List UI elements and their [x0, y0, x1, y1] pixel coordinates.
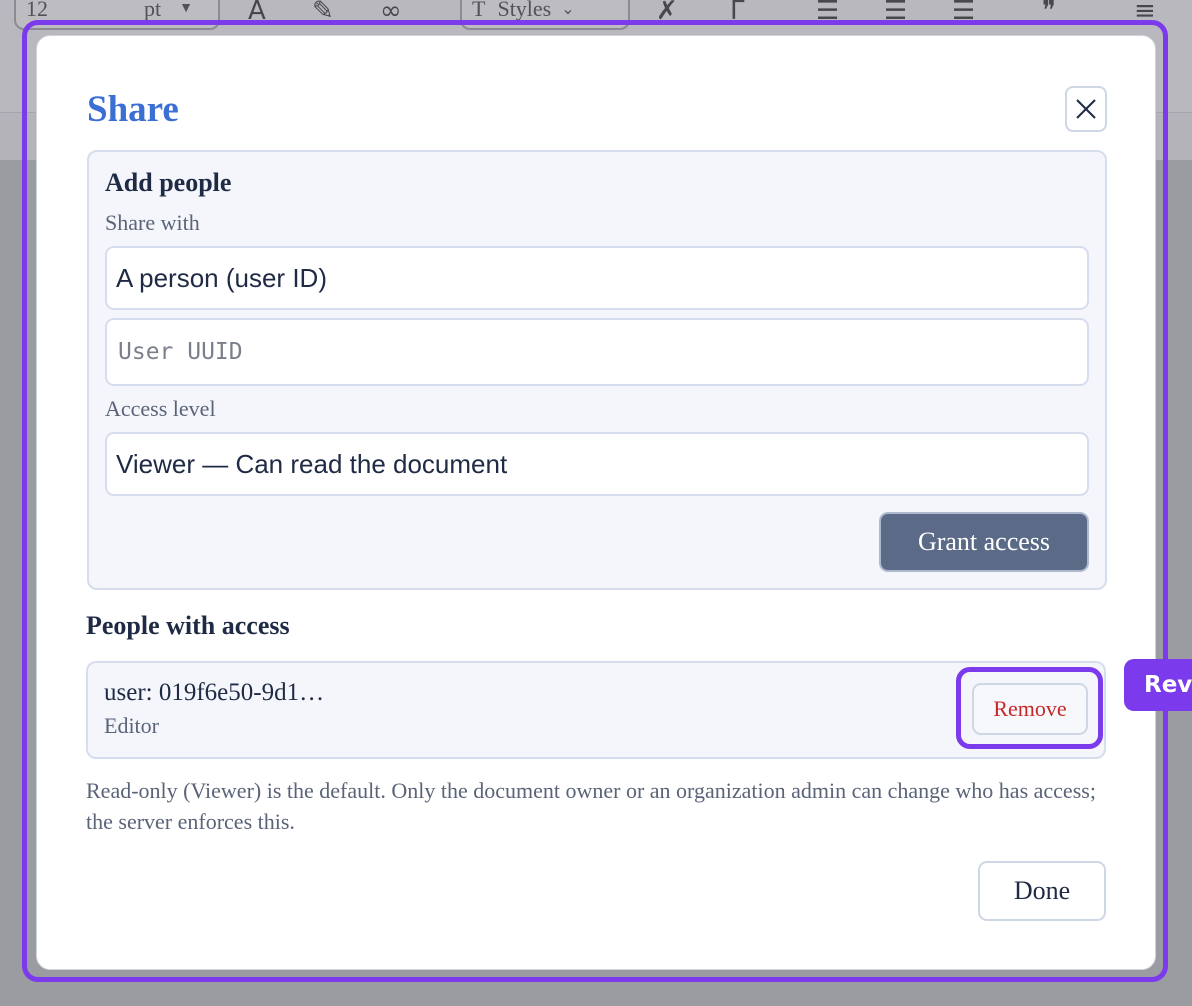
hint-tooltip: Revo — [1124, 659, 1192, 711]
close-icon — [1076, 99, 1096, 119]
dialog-title: Share — [87, 89, 179, 130]
access-level-select[interactable]: Viewer — Can read the document — [105, 432, 1089, 496]
add-people-title: Add people — [105, 168, 232, 197]
grant-access-button[interactable]: Grant access — [879, 512, 1089, 572]
close-button[interactable] — [1065, 86, 1107, 132]
share-with-select[interactable]: A person (user ID) — [105, 246, 1089, 310]
share-with-value: A person (user ID) — [116, 262, 327, 293]
access-level-value: Viewer — Can read the document — [116, 448, 508, 479]
remove-button[interactable]: Remove — [972, 683, 1088, 735]
access-user-id: user: 019f6e50-9d1… — [104, 679, 325, 706]
people-with-access-title: People with access — [86, 611, 290, 640]
user-uuid-field[interactable] — [116, 338, 1070, 366]
add-people-card: Add people Share with A person (user ID)… — [87, 150, 1107, 590]
access-user-role: Editor — [104, 713, 159, 738]
access-list-item: user: 019f6e50-9d1… Editor — [86, 661, 1106, 759]
done-button[interactable]: Done — [978, 861, 1106, 921]
access-level-label: Access level — [105, 396, 216, 421]
user-uuid-input[interactable] — [105, 318, 1089, 386]
access-footnote: Read-only (Viewer) is the default. Only … — [86, 778, 1096, 834]
share-with-label: Share with — [105, 210, 200, 235]
